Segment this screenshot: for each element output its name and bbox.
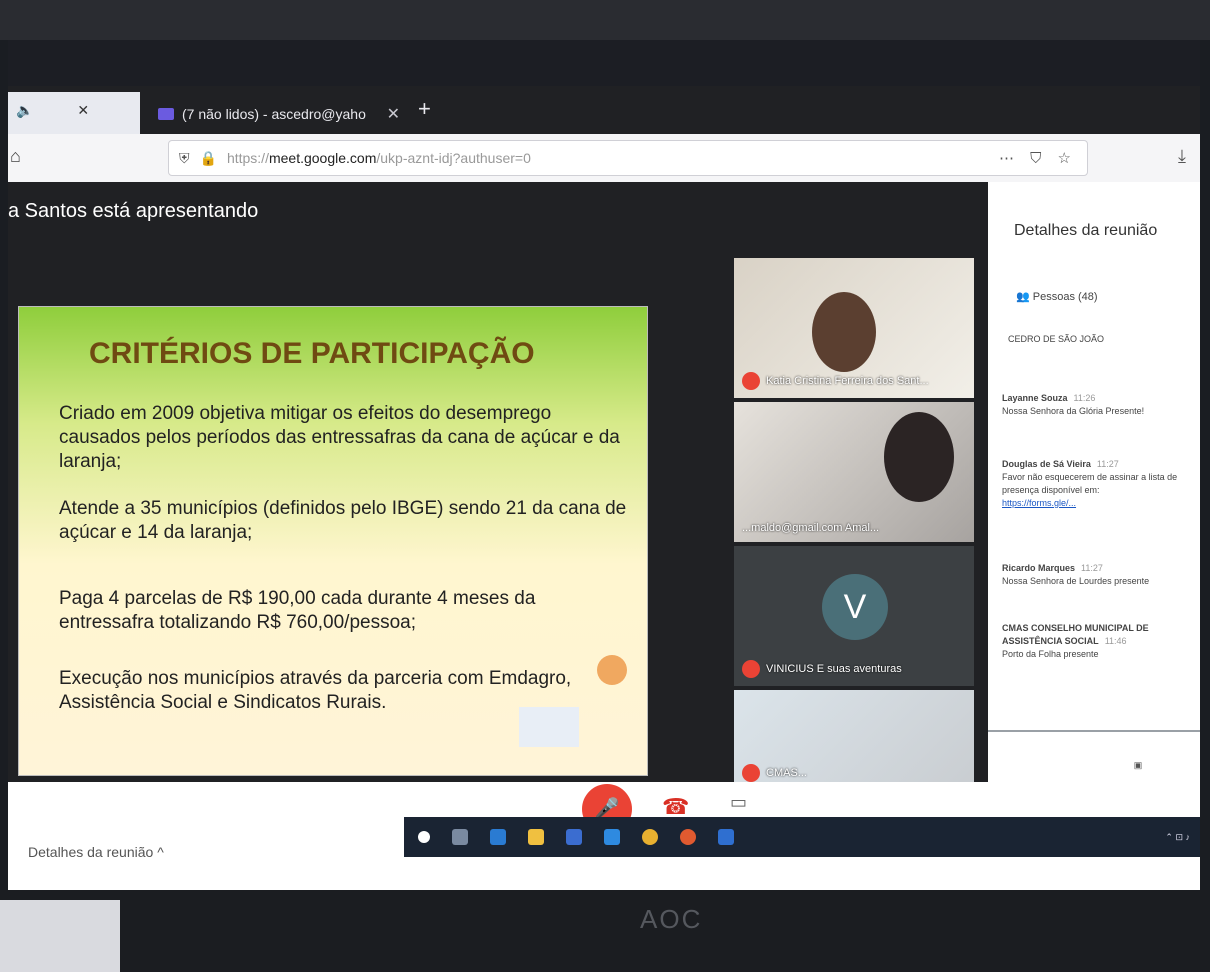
mic-off-icon [742,764,760,782]
chrome-icon[interactable] [642,829,658,845]
mic-off-icon [742,372,760,390]
meeting-details-panel: Detalhes da reunião 👥 Pessoas (48) CEDRO… [988,182,1200,802]
participant-face [812,292,876,372]
chat-message: CMAS CONSELHO MUNICIPAL DE ASSISTÊNCIA S… [1002,623,1149,659]
participant-name: VINICIUS E suas aventuras [766,663,902,675]
lock-icon[interactable]: 🔒 [200,150,217,167]
video-tile[interactable]: ...maldo@gmail.com Amal... [734,402,974,542]
url-bar[interactable]: ⛨ 🔒 https:// meet.google.com /ukp-aznt-i… [168,140,1088,176]
meeting-controls: 🎤 ☎ ▭ Detalhes da reunião ^ ⌃ ⊡ ♪ [8,782,1200,890]
avatar: V [822,574,888,640]
mail-icon [158,108,174,120]
windows-taskbar: ⌃ ⊡ ♪ [404,817,1200,857]
app-icon[interactable] [718,829,734,845]
monitor-bezel-top [0,0,1210,40]
close-icon[interactable]: ✕ [77,102,89,118]
stop-presenting-button[interactable]: ▣ [1088,760,1188,771]
speaker-icon[interactable]: 🔈 [16,102,33,118]
monitor-brand: AOC [640,904,703,934]
tab-title: (7 não lidos) - ascedro@yaho [182,106,366,122]
camera-button[interactable]: ▭ [730,792,747,813]
url-path: /ukp-aznt-idj?authuser=0 [376,150,531,166]
meeting-details-toggle[interactable]: Detalhes da reunião ^ [28,844,164,860]
tab-meet[interactable]: 🔈 ✕ [8,92,140,134]
tab-mail[interactable]: (7 não lidos) - ascedro@yaho ✕ [148,96,410,132]
video-tile[interactable]: V VINICIUS E suas aventuras [734,546,974,686]
firefox-icon[interactable] [680,829,696,845]
slide-logo [519,707,579,747]
video-tile[interactable]: CMAS... [734,690,974,790]
search-icon[interactable] [418,831,430,843]
tab-bar [8,40,1200,86]
slide-decoration-dot [597,655,627,685]
chat-input-underline[interactable] [988,730,1200,732]
slide-title: CRITÉRIOS DE PARTICIPAÇÃO [89,337,535,370]
paper-sheet [0,900,120,972]
participant-name: Katia Cristina Ferreira dos Sant... [766,375,929,387]
url-host: meet.google.com [268,150,377,166]
folder-icon[interactable] [528,829,544,845]
monitor-bezel-bottom [0,890,1210,972]
org-name: CEDRO DE SÃO JOÃO [1008,334,1105,344]
form-link[interactable]: https://forms.gle/... [1002,498,1076,508]
edge-icon[interactable] [490,829,506,845]
mail-icon[interactable] [604,829,620,845]
task-view-icon[interactable] [452,829,468,845]
shield-icon[interactable]: ⛨ [179,150,190,167]
participant-name: ...maldo@gmail.com Amal... [742,522,880,534]
slide-bullet: Paga 4 parcelas de R$ 190,00 cada durant… [59,588,536,633]
store-icon[interactable] [566,829,582,845]
screen: 🔈 ✕ (7 não lidos) - ascedro@yaho ✕ + ⌂ ⛨… [8,40,1200,890]
new-tab-button[interactable]: + [418,96,431,122]
chat-message: Layanne Souza 11:26 Nossa Senhora da Glór… [1002,393,1145,416]
presentation-slide: CRITÉRIOS DE PARTICIPAÇÃO Criado em 2009… [18,306,648,776]
video-tile[interactable]: Katia Cristina Ferreira dos Sant... [734,258,974,398]
slide-bullet: Criado em 2009 objetiva mitigar os efeit… [59,403,620,472]
chat-message: Ricardo Marques 11:27 Nossa Senhora de Lo… [1002,563,1150,586]
page-actions[interactable]: ⋯ ⛉ ☆ [999,149,1077,167]
chat-message: Douglas de Sá Vieira 11:27 Favor não esqu… [1002,459,1178,508]
home-icon[interactable]: ⌂ [10,146,21,167]
slide-bullet: Atende a 35 municípios (definidos pelo I… [59,498,627,543]
toolbar: ⌂ ⛨ 🔒 https:// meet.google.com /ukp-aznt… [8,134,1200,182]
presenting-label: a Santos está apresentando [8,200,259,222]
panel-title: Detalhes da reunião [1014,222,1158,239]
mic-off-icon [742,660,760,678]
people-icon: 👥 [1016,291,1030,303]
system-tray[interactable]: ⌃ ⊡ ♪ [1165,832,1200,843]
download-icon[interactable]: ⤓ [1178,146,1186,167]
participant-name: CMAS... [766,767,807,779]
url-prefix: https:// [226,150,269,166]
people-tab[interactable]: 👥 Pessoas (48) [1016,290,1098,303]
close-icon[interactable]: ✕ [387,104,400,124]
participant-face [884,412,954,502]
